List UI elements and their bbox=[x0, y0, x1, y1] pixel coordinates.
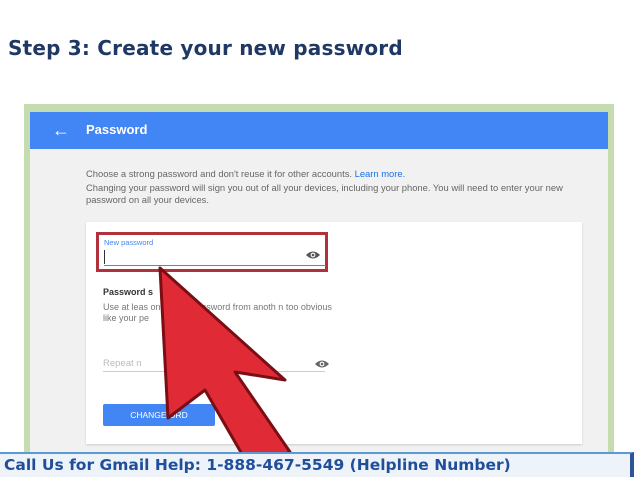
helpline-banner: Call Us for Gmail Help: 1-888-467-5549 (… bbox=[0, 452, 634, 477]
red-pointer-arrow-icon bbox=[158, 266, 292, 470]
